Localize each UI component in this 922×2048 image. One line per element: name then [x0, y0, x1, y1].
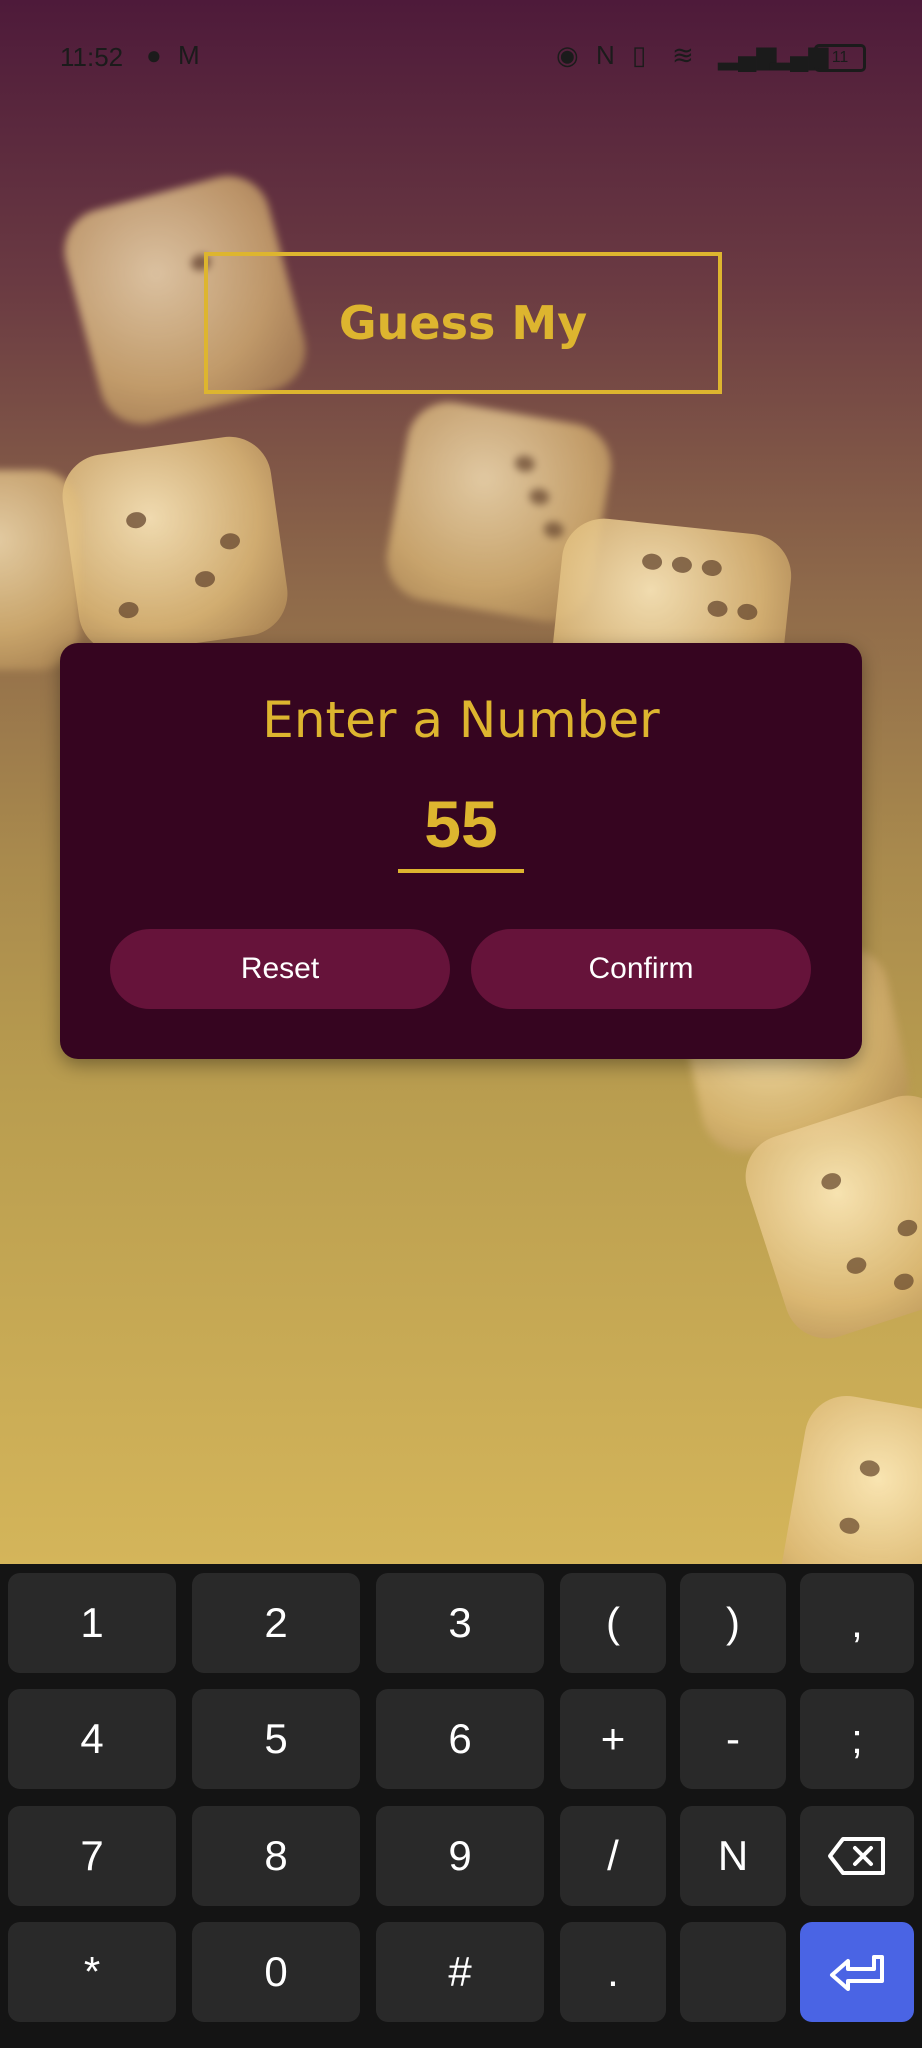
- key-5[interactable]: 5: [192, 1689, 360, 1789]
- gmail-icon: M: [178, 40, 200, 70]
- dice-pip: [117, 600, 140, 620]
- dice-image: [774, 1389, 922, 1564]
- key-open-paren[interactable]: (: [560, 1573, 666, 1673]
- dice-image: [0, 470, 80, 670]
- status-bar: 11:52 ● M ◉ N ▯ ≋ ▂▄▆ ▂▄▆ 11: [0, 0, 922, 118]
- key-close-paren[interactable]: ): [680, 1573, 786, 1673]
- key-period[interactable]: .: [560, 1922, 666, 2022]
- dice-pip: [542, 520, 565, 540]
- signal-icon: ▂▄▆: [718, 40, 777, 70]
- card-heading: Enter a Number: [262, 691, 660, 749]
- key-3[interactable]: 3: [376, 1573, 544, 1673]
- dice-image: [57, 431, 293, 659]
- dice-pip: [671, 555, 693, 574]
- key-hash[interactable]: #: [376, 1922, 544, 2022]
- key-7[interactable]: 7: [8, 1806, 176, 1906]
- dice-pip: [641, 552, 663, 571]
- app-screen: 11:52 ● M ◉ N ▯ ≋ ▂▄▆ ▂▄▆ 11 Guess My En…: [0, 0, 922, 1564]
- key-8[interactable]: 8: [192, 1806, 360, 1906]
- key-comma[interactable]: ,: [800, 1573, 914, 1673]
- key-n[interactable]: N: [680, 1806, 786, 1906]
- dice-pip: [125, 510, 148, 530]
- dice-pip: [838, 1516, 861, 1536]
- reset-button[interactable]: Reset: [110, 929, 450, 1009]
- key-asterisk[interactable]: *: [8, 1922, 176, 2022]
- enter-key[interactable]: [800, 1922, 914, 2022]
- numeric-keyboard: 1 2 3 ( ) , 4 5 6 + - ; 7 8 9 / N * 0 # …: [0, 1564, 922, 2048]
- eye-icon: ◉: [556, 40, 579, 70]
- key-4[interactable]: 4: [8, 1689, 176, 1789]
- status-time: 11:52: [60, 42, 124, 72]
- key-minus[interactable]: -: [680, 1689, 786, 1789]
- key-2[interactable]: 2: [192, 1573, 360, 1673]
- dice-pip: [706, 599, 729, 618]
- dice-pip: [513, 454, 537, 474]
- number-input[interactable]: [398, 793, 524, 873]
- backspace-key[interactable]: [800, 1806, 914, 1906]
- dice-pip: [819, 1170, 844, 1193]
- dice-pip: [219, 531, 242, 551]
- dice-pip: [736, 602, 759, 621]
- title-box: Guess My: [204, 252, 722, 394]
- confirm-button[interactable]: Confirm: [471, 929, 811, 1009]
- key-semicolon[interactable]: ;: [800, 1689, 914, 1789]
- key-6[interactable]: 6: [376, 1689, 544, 1789]
- key-1[interactable]: 1: [8, 1573, 176, 1673]
- key-9[interactable]: 9: [376, 1806, 544, 1906]
- dice-pip: [528, 487, 551, 507]
- nfc-icon: N: [596, 40, 615, 70]
- messenger-icon: ●: [146, 40, 162, 70]
- battery-icon: 11: [814, 44, 866, 72]
- page-title: Guess My: [338, 296, 588, 350]
- wifi-icon: ≋: [672, 40, 694, 70]
- number-input-card: Enter a Number Reset Confirm: [60, 643, 862, 1059]
- vibrate-icon: ▯: [632, 40, 647, 70]
- key-0[interactable]: 0: [192, 1922, 360, 2022]
- key-plus[interactable]: +: [560, 1689, 666, 1789]
- dice-pip: [895, 1217, 920, 1239]
- dice-pip: [844, 1254, 869, 1277]
- dice-pip: [194, 569, 217, 589]
- backspace-icon: [827, 1836, 887, 1876]
- dice-pip: [891, 1271, 916, 1293]
- dice-pip: [858, 1458, 881, 1479]
- battery-level: 11: [831, 49, 849, 66]
- dice-pip: [700, 558, 723, 577]
- key-slash[interactable]: /: [560, 1806, 666, 1906]
- enter-icon: [828, 1951, 886, 1993]
- key-blank[interactable]: [680, 1922, 786, 2022]
